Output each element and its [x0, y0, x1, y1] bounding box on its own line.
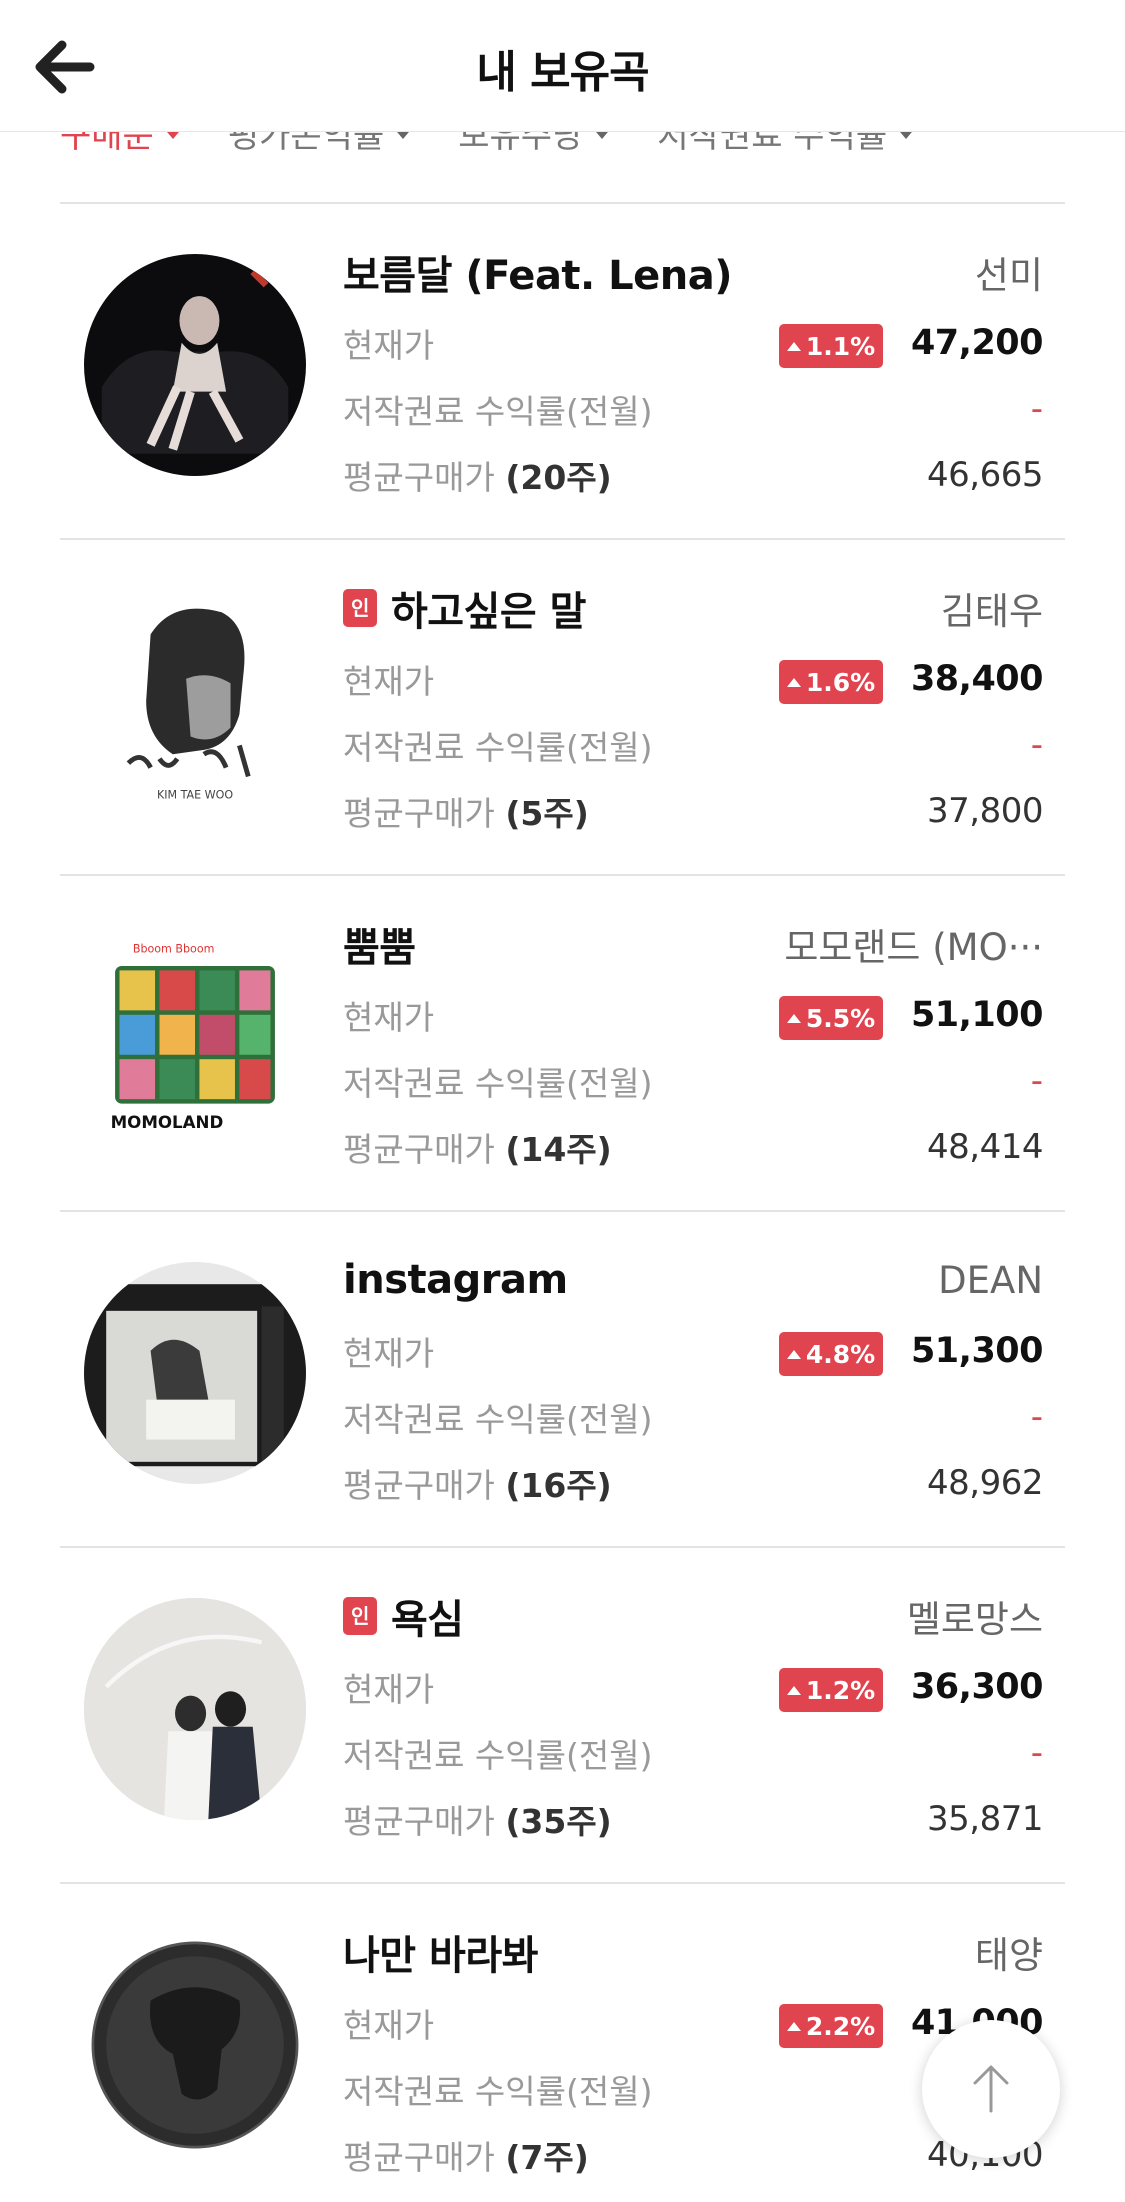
artist-name: 멜로망스 [906, 1598, 1043, 1641]
avg-price-label: 평균구매가 (14주) [343, 1130, 612, 1169]
current-price: 51,300 [910, 1331, 1044, 1371]
avg-price-label: 평균구매가 (20주) [343, 458, 612, 497]
album-cover [84, 1598, 306, 1820]
song-list-item[interactable]: KIM TAE WOO 인 하고싶은 말 김태우 현재가 1.6% 38,400 … [60, 540, 1065, 876]
song-list-item[interactable]: instagram DEAN 현재가 4.8% 51,300 저작권료 수익률(… [60, 1212, 1065, 1548]
change-badge: 2.2% [779, 2004, 883, 2048]
change-badge: 4.8% [779, 1332, 883, 1376]
song-title: 인 욕심 [343, 1587, 464, 1645]
avg-price: 35,871 [927, 1799, 1043, 1839]
royalty-yield-value: - [1030, 1061, 1043, 1101]
avg-price-label: 평균구매가 (5주) [343, 794, 589, 833]
album-cover [84, 1934, 306, 2156]
current-price-label: 현재가 [343, 998, 435, 1037]
artist-name: 모모랜드 (MO··· [784, 926, 1043, 969]
artist-name: 김태우 [940, 590, 1043, 633]
current-price: 47,200 [910, 323, 1044, 363]
royalty-yield-value: - [1030, 725, 1043, 765]
album-cover: MOMOLAND Bboom Bboom [84, 926, 306, 1148]
current-price-label: 현재가 [343, 1334, 435, 1373]
royalty-yield-label: 저작권료 수익률(전월) [343, 1400, 653, 1439]
song-title: 보름달 (Feat. Lena) [343, 253, 733, 299]
royalty-yield-value: - [1030, 389, 1043, 429]
royalty-yield-label: 저작권료 수익률(전월) [343, 392, 653, 431]
current-price-label: 현재가 [343, 662, 435, 701]
avg-price-label: 평균구매가 (7주) [343, 2138, 589, 2177]
artist-name: 태양 [974, 1934, 1043, 1977]
svg-text:KIM TAE WOO: KIM TAE WOO [157, 789, 233, 802]
song-title: instagram [343, 1257, 568, 1303]
song-title: 뿜뿜 [343, 925, 416, 971]
svg-text:Bboom Bboom: Bboom Bboom [133, 943, 215, 956]
album-cover [84, 254, 306, 476]
avg-price: 37,800 [927, 791, 1043, 831]
svg-text:MOMOLAND: MOMOLAND [111, 1113, 224, 1132]
page-title: 내 보유곡 [476, 47, 649, 98]
up-triangle-icon [786, 1013, 801, 1023]
current-price-label: 현재가 [343, 1670, 435, 1709]
song-list-item[interactable]: 나만 바라봐 태양 현재가 2.2% 41,000 저작권료 수익률(전월) -… [60, 1884, 1065, 2202]
in-badge: 인 [343, 589, 377, 627]
current-price: 36,300 [910, 1667, 1044, 1707]
artist-name: 선미 [974, 254, 1043, 297]
avg-price: 48,962 [927, 1463, 1043, 1503]
song-title: 인 하고싶은 말 [343, 579, 586, 637]
song-list-item[interactable]: 보름달 (Feat. Lena) 선미 현재가 1.1% 47,200 저작권료… [60, 204, 1065, 540]
change-badge: 1.6% [779, 660, 883, 704]
song-list-item[interactable]: 인 욕심 멜로망스 현재가 1.2% 36,300 저작권료 수익률(전월) - … [60, 1548, 1065, 1884]
artist-name: DEAN [938, 1258, 1043, 1302]
royalty-yield-label: 저작권료 수익률(전월) [343, 728, 653, 767]
avg-price-label: 평균구매가 (35주) [343, 1802, 612, 1841]
app-header: 내 보유곡 [0, 0, 1125, 132]
current-price-label: 현재가 [343, 326, 435, 365]
change-badge: 1.1% [779, 324, 883, 368]
royalty-yield-value: - [1030, 1733, 1043, 1773]
scroll-to-top-button[interactable] [922, 2020, 1060, 2158]
current-price-label: 현재가 [343, 2006, 435, 2045]
avg-price: 46,665 [927, 455, 1043, 495]
change-badge: 5.5% [779, 996, 883, 1040]
song-list: 보름달 (Feat. Lena) 선미 현재가 1.1% 47,200 저작권료… [60, 204, 1065, 2202]
current-price: 51,100 [910, 995, 1044, 1035]
change-badge: 1.2% [779, 1668, 883, 1712]
song-title: 나만 바라봐 [343, 1933, 538, 1979]
current-price: 38,400 [910, 659, 1044, 699]
album-cover: KIM TAE WOO [84, 590, 306, 812]
album-cover [84, 1262, 306, 1484]
royalty-yield-label: 저작권료 수익률(전월) [343, 2072, 653, 2111]
in-badge: 인 [343, 1597, 377, 1635]
up-triangle-icon [786, 341, 801, 351]
avg-price-label: 평균구매가 (16주) [343, 1466, 612, 1505]
song-list-item[interactable]: MOMOLAND Bboom Bboom 뿜뿜 모모랜드 (MO··· 현재가 … [60, 876, 1065, 1212]
up-triangle-icon [786, 677, 801, 687]
up-triangle-icon [786, 1349, 801, 1359]
royalty-yield-value: - [1030, 1397, 1043, 1437]
avg-price: 48,414 [927, 1127, 1043, 1167]
arrow-up-icon [973, 2065, 1009, 2113]
up-triangle-icon [786, 2021, 801, 2031]
up-triangle-icon [786, 1685, 801, 1695]
royalty-yield-label: 저작권료 수익률(전월) [343, 1736, 653, 1775]
royalty-yield-label: 저작권료 수익률(전월) [343, 1064, 653, 1103]
